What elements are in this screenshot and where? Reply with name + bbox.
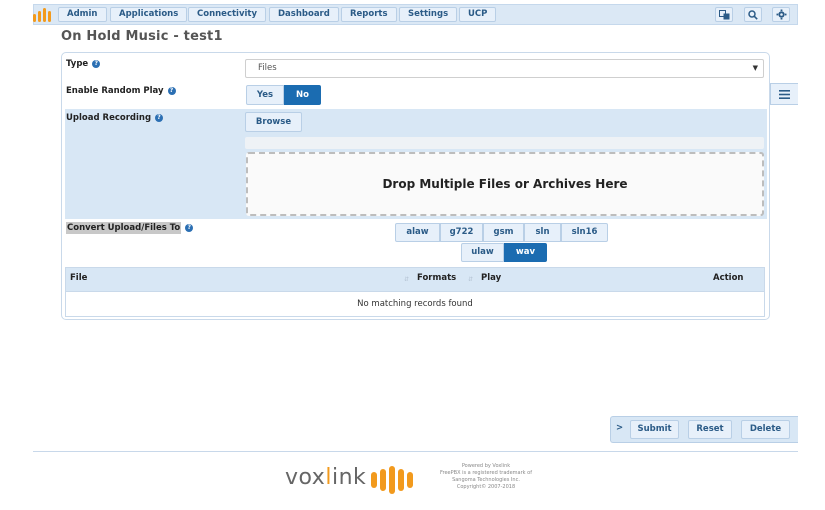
random-play-no[interactable]: No: [284, 85, 321, 105]
credit-line: FreePBX is a registered trademark of: [440, 470, 532, 476]
empty-table-message: No matching records found: [357, 299, 473, 309]
column-play: Play: [481, 273, 502, 283]
type-select[interactable]: Files ▼: [245, 59, 764, 78]
footer-credits: Powered by Voxlink FreePBX is a register…: [426, 463, 546, 491]
chevron-down-icon: ▼: [752, 64, 758, 72]
format-wav[interactable]: wav: [504, 243, 547, 262]
type-label-text: Type: [66, 59, 89, 69]
column-formats[interactable]: Formats: [417, 273, 456, 283]
list-view-icon[interactable]: [770, 83, 798, 105]
nav-admin[interactable]: Admin: [58, 7, 107, 22]
format-sln16[interactable]: sln16: [561, 223, 608, 242]
type-label: Type ?: [66, 59, 101, 69]
browse-button[interactable]: Browse: [245, 112, 302, 132]
nav-connectivity[interactable]: Connectivity: [188, 7, 267, 22]
page-title: On Hold Music - test1: [61, 29, 223, 44]
nav-applications[interactable]: Applications: [110, 7, 188, 22]
table-header: [65, 267, 765, 292]
delete-button[interactable]: Delete: [741, 420, 790, 439]
nav-dashboard[interactable]: Dashboard: [269, 7, 339, 22]
format-sln[interactable]: sln: [524, 223, 561, 242]
nav-ucp[interactable]: UCP: [459, 7, 497, 22]
convert-label: Convert Upload/Files To ?: [66, 222, 194, 234]
format-alaw[interactable]: alaw: [395, 223, 440, 242]
format-ulaw[interactable]: ulaw: [461, 243, 504, 262]
convert-label-text: Convert Upload/Files To: [66, 222, 182, 234]
gear-icon[interactable]: [772, 7, 790, 22]
nav-reports[interactable]: Reports: [341, 7, 397, 22]
help-icon[interactable]: ?: [92, 60, 101, 68]
type-select-value: Files: [258, 63, 277, 73]
upload-label-text: Upload Recording: [66, 113, 152, 123]
nav-settings[interactable]: Settings: [399, 7, 458, 22]
help-icon[interactable]: ?: [185, 224, 194, 232]
action-bar-toggle[interactable]: >: [613, 420, 626, 439]
footer-divider: [33, 451, 798, 452]
voxlink-logo-icon: [371, 464, 419, 496]
sort-icon[interactable]: ⇵: [404, 276, 409, 283]
language-icon[interactable]: [715, 7, 733, 22]
format-gsm[interactable]: gsm: [483, 223, 524, 242]
freepbx-logo-icon[interactable]: [33, 8, 51, 22]
dropzone-text: Drop Multiple Files or Archives Here: [382, 177, 628, 191]
credit-line: Copyright© 2007-2018: [456, 484, 516, 490]
upload-label: Upload Recording ?: [66, 113, 164, 123]
random-play-label-text: Enable Random Play: [66, 86, 164, 96]
reset-button[interactable]: Reset: [688, 420, 732, 439]
brand-part: ink: [331, 465, 367, 490]
brand-part: l: [325, 465, 332, 490]
format-g722[interactable]: g722: [440, 223, 483, 242]
sort-icon[interactable]: ⇵: [468, 276, 473, 283]
random-play-yes[interactable]: Yes: [246, 85, 284, 105]
column-action: Action: [713, 273, 744, 283]
file-dropzone[interactable]: Drop Multiple Files or Archives Here: [246, 152, 764, 216]
column-file[interactable]: File: [70, 273, 87, 283]
random-play-label: Enable Random Play ?: [66, 86, 176, 96]
voxlink-logo-text: voxlink: [285, 465, 366, 490]
credit-line: Sangoma Technologies Inc.: [452, 477, 520, 483]
help-icon[interactable]: ?: [167, 87, 176, 95]
search-icon[interactable]: [744, 7, 762, 22]
submit-button[interactable]: Submit: [630, 420, 679, 439]
upload-progress-bar: [245, 137, 764, 149]
help-icon[interactable]: ?: [155, 114, 164, 122]
brand-part: vox: [285, 465, 326, 490]
credit-line: Powered by Voxlink: [461, 463, 511, 469]
